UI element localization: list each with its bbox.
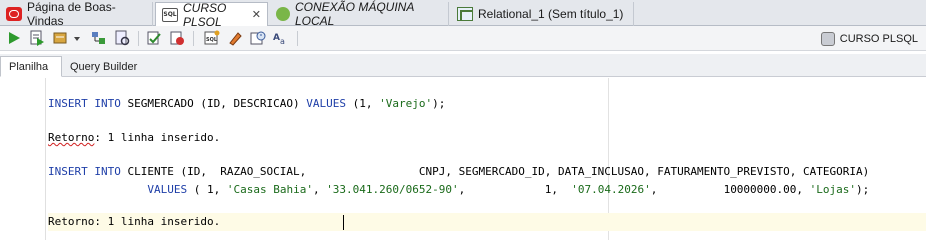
string-literal: 'Lojas' [809,183,857,196]
code-text: , 1, [458,183,572,196]
text-caret [343,215,344,230]
code-text: Retorno: 1 linha inserido. [48,215,221,228]
run-statement-icon[interactable] [6,30,22,46]
sql-worksheet-icon [162,7,178,22]
connection-icon [276,7,290,21]
tab-label: Relational_1 (Sem título_1) [478,7,624,21]
worksheet-subtabs: Planilha Query Builder [0,54,926,77]
svg-text:SQL: SQL [206,37,218,43]
toolbar-separator [193,31,194,46]
tab-welcome-page[interactable]: Página de Boas-Vindas [0,0,153,28]
keyword: INSERT INTO [48,165,121,178]
code-text: : 1 linha inserido. [94,131,221,144]
keyword: VALUES [306,97,347,110]
spellcheck-word: Retorno [48,131,95,144]
close-icon[interactable]: ✕ [252,9,261,21]
clear-icon[interactable] [227,30,243,46]
code-text: ( 1, [187,183,227,196]
format-icon[interactable]: Aa [273,30,289,46]
code-line: INSERT INTO SEGMERCADO (ID, DESCRICAO) V… [48,96,445,112]
connection-selector[interactable]: CURSO PLSQL [817,29,922,48]
code-text: (1, [346,97,380,110]
relational-model-icon [457,7,473,21]
rollback-icon[interactable] [169,30,185,46]
sql-tuning-icon[interactable]: SQL [204,30,220,46]
tab-label: CURSO PLSQL [183,0,227,29]
code-text: SEGMERCADO (ID, DESCRICAO) [120,97,307,110]
string-literal: '07.04.2026' [571,183,651,196]
tab-label: Página de Boas-Vindas [27,0,116,28]
tab-query-builder[interactable]: Query Builder [62,56,152,77]
svg-text:A: A [273,33,280,43]
code-text: , 10000000.00, [650,183,810,196]
output-line: Retorno: 1 linha inserido. [48,130,220,146]
editor-gutter [0,78,46,240]
database-icon [820,31,835,46]
code-line: VALUES ( 1, 'Casas Bahia', '33.041.260/0… [48,182,869,198]
commit-icon[interactable] [52,30,68,46]
commit-transaction-icon[interactable] [146,30,162,46]
toolbar-separator [297,31,298,46]
svg-text:a: a [280,37,285,46]
output-line: Retorno: 1 linha inserido. [48,214,220,230]
code-line: INSERT INTO CLIENTE (ID, RAZAO_SOCIAL, C… [48,164,869,180]
tab-relational-model[interactable]: Relational_1 (Sem título_1) [451,2,634,26]
tab-curso-plsql[interactable]: CURSO PLSQL ✕ [155,0,268,29]
string-literal: 'Varejo' [379,97,433,110]
string-literal: '33.041.260/0652-90' [326,183,459,196]
connection-label: CURSO PLSQL [839,32,918,45]
keyword: VALUES [147,183,188,196]
tab-worksheet[interactable]: Planilha [0,56,62,77]
dropdown-arrow-icon[interactable] [72,30,82,46]
explain-plan-icon[interactable] [91,30,107,46]
history-icon[interactable] [250,30,266,46]
document-tab-bar: Página de Boas-Vindas CURSO PLSQL ✕ CONE… [0,0,926,29]
code-text: , [312,183,327,196]
tab-query-builder-label: Query Builder [70,60,138,73]
tab-conexao-maquina-local[interactable]: CONEXÃO MÁQUINA LOCAL [270,0,449,28]
code-text: ); [432,97,446,110]
oracle-icon [6,7,22,21]
code-text: ); [856,183,870,196]
tab-worksheet-label: Planilha [9,60,49,73]
toolbar-separator [138,31,139,46]
worksheet-toolbar: SQL Aa CURSO PLSQL [0,26,926,51]
keyword: INSERT INTO [48,97,121,110]
code-text: CLIENTE (ID, RAZAO_SOCIAL, CNPJ, SEGMERC… [120,165,870,178]
string-literal: 'Casas Bahia' [226,183,313,196]
tab-label: CONEXÃO MÁQUINA LOCAL [295,0,414,28]
sql-editor[interactable]: INSERT INTO SEGMERCADO (ID, DESCRICAO) V… [0,78,926,240]
run-script-icon[interactable] [29,30,45,46]
autotrace-icon[interactable] [114,30,130,46]
